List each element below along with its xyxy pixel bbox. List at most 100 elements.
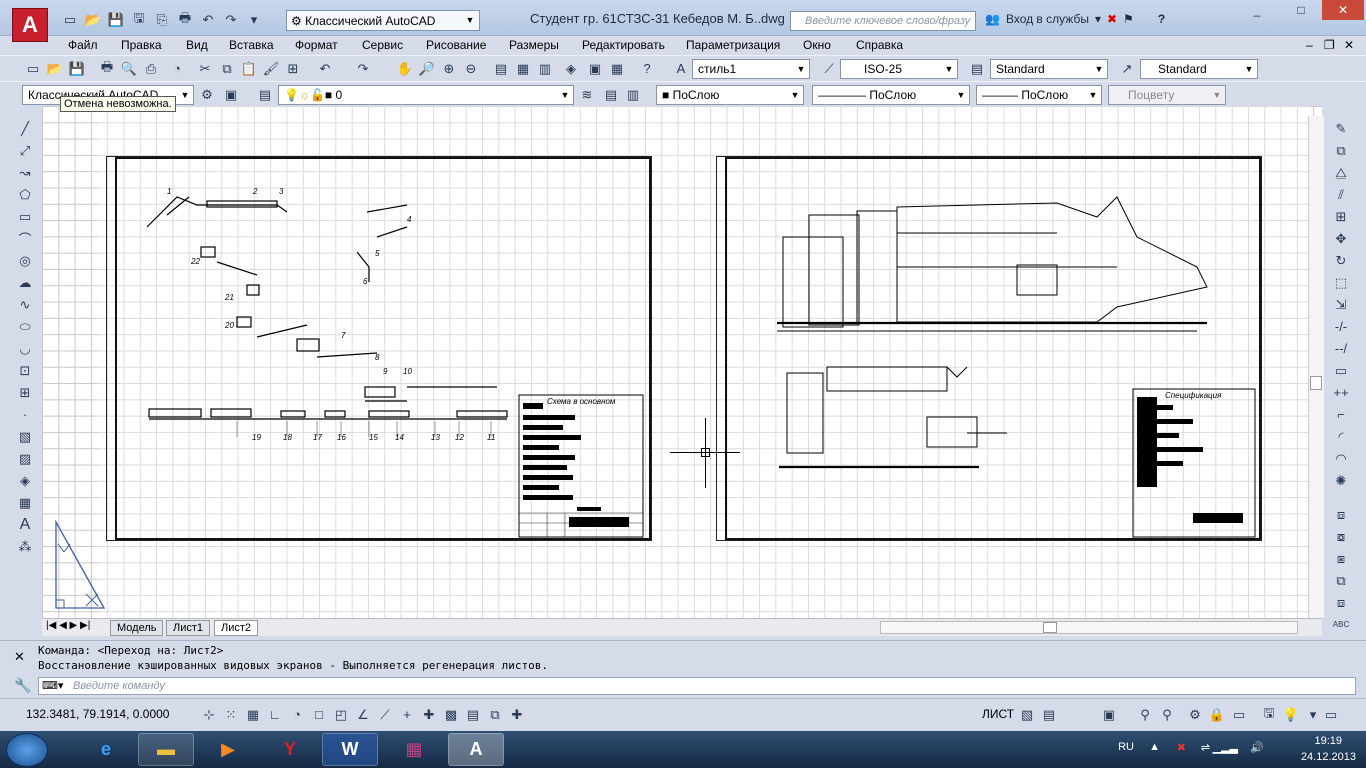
insert-block-icon[interactable]: ⊡: [16, 362, 34, 379]
language-indicator[interactable]: RU: [1118, 741, 1134, 753]
print-icon[interactable]: 🖶: [98, 59, 116, 77]
tab-sheet2[interactable]: Лист2: [214, 620, 259, 636]
offset-icon[interactable]: ⫽: [1332, 186, 1350, 203]
lock-icon[interactable]: 🔒: [1208, 706, 1226, 723]
stretch-icon[interactable]: ⇲: [1332, 296, 1350, 313]
lightbulb-icon[interactable]: 💡: [1282, 706, 1300, 723]
make-block-icon[interactable]: ⊞: [16, 384, 34, 401]
isolate-icon[interactable]: 🖫: [1260, 705, 1278, 723]
minimize-button[interactable]: _: [1236, 0, 1278, 20]
word-icon[interactable]: W: [322, 733, 378, 766]
polyline-icon[interactable]: ↝: [16, 164, 34, 181]
text-style-icon[interactable]: A: [672, 60, 690, 77]
dim-style-select[interactable]: ISO-25 ▼: [840, 59, 958, 79]
make-current-icon[interactable]: ≋: [578, 86, 596, 103]
rotate-icon[interactable]: ↻: [1332, 252, 1350, 269]
gear-icon[interactable]: ⚙: [1186, 706, 1204, 723]
yandex-icon[interactable]: Y: [262, 733, 318, 766]
plotstyle-select[interactable]: Поцвету ▼: [1108, 85, 1226, 105]
grid-icon[interactable]: ▦: [244, 706, 262, 723]
move-icon[interactable]: ✥: [1332, 230, 1350, 247]
app-menu-button[interactable]: A: [12, 8, 48, 42]
usb-icon[interactable]: ⇌: [1201, 741, 1210, 754]
close-icon[interactable]: ✕: [14, 649, 25, 665]
menu-file[interactable]: Файл: [68, 38, 98, 52]
otrack-icon[interactable]: ∠: [354, 706, 372, 723]
open-icon[interactable]: 📂: [46, 60, 64, 77]
text-front-icon[interactable]: ABC: [1332, 616, 1350, 633]
calculator-icon[interactable]: ▦: [608, 60, 626, 77]
doc-close-button[interactable]: ✕: [1344, 38, 1354, 52]
stay-connected-icon[interactable]: ⚑: [1123, 12, 1134, 26]
gear-icon[interactable]: ⚙: [198, 86, 216, 103]
close-button[interactable]: ✕: [1322, 0, 1364, 20]
menu-view[interactable]: Вид: [186, 38, 208, 52]
tpy-icon[interactable]: ▩: [442, 706, 460, 723]
publish-icon[interactable]: ⎘: [152, 11, 172, 29]
zoom-realtime-icon[interactable]: 🔎: [418, 60, 436, 77]
menu-edit[interactable]: Правка: [121, 38, 162, 52]
3d-osnap-icon[interactable]: ◰: [332, 706, 350, 723]
rectangle-icon[interactable]: ▭: [16, 208, 34, 225]
polygon-icon[interactable]: ⬠: [16, 186, 34, 203]
zoom-window-icon[interactable]: ⊕: [440, 60, 458, 77]
clean-screen-icon[interactable]: ▭: [1322, 706, 1340, 723]
chevron-down-icon[interactable]: ▾: [244, 11, 264, 29]
array-icon[interactable]: ⊞: [1332, 208, 1350, 225]
explorer-icon[interactable]: ▬: [138, 733, 194, 766]
publish-icon[interactable]: ⎙: [142, 60, 160, 77]
signal-icon[interactable]: ▁▂▃: [1213, 741, 1238, 754]
mirror-icon[interactable]: ⧋: [1332, 164, 1350, 181]
wrench-icon[interactable]: 🔧: [14, 677, 31, 694]
vertical-scrollbar[interactable]: [1308, 116, 1324, 618]
chevron-up-icon[interactable]: ▲: [1149, 741, 1160, 753]
tool-palettes-icon[interactable]: ▥: [536, 60, 554, 77]
search-input[interactable]: Введите ключевое слово/фразу: [790, 11, 976, 31]
menu-insert[interactable]: Вставка: [229, 38, 274, 52]
table-icon[interactable]: ▦: [16, 494, 34, 511]
arc-icon[interactable]: ⌒: [16, 230, 34, 247]
osnap-icon[interactable]: □: [310, 706, 328, 723]
chevron-down-icon[interactable]: ▾: [1095, 12, 1101, 26]
block-editor-icon[interactable]: ⊞: [284, 60, 302, 77]
workspace-select[interactable]: ⚙ Классический AutoCAD ▼: [286, 10, 480, 31]
start-button[interactable]: [6, 733, 48, 767]
line-icon[interactable]: ╱: [16, 120, 34, 137]
table-style-select[interactable]: Standard ▼: [990, 59, 1108, 79]
help-button[interactable]: ?: [1158, 12, 1165, 26]
qp-icon[interactable]: ▤: [464, 706, 482, 723]
copy-object-icon[interactable]: ⧉: [1332, 142, 1350, 159]
match-properties-icon[interactable]: 🖌: [262, 60, 280, 77]
autocad-taskbar-icon[interactable]: A: [448, 733, 504, 766]
design-center-icon[interactable]: ▦: [514, 60, 532, 77]
blend-icon[interactable]: ◠: [1332, 450, 1350, 467]
open-icon[interactable]: 📂: [83, 11, 103, 29]
redo-icon[interactable]: ↷: [354, 60, 372, 77]
pan-icon[interactable]: ✋: [396, 60, 414, 77]
erase-icon[interactable]: ✎: [1332, 120, 1350, 137]
zoom-previous-icon[interactable]: ⊖: [462, 60, 480, 77]
scale-icon[interactable]: ⬚: [1332, 274, 1350, 291]
exchange-icon[interactable]: ✖: [1107, 12, 1117, 26]
am-icon[interactable]: ✚: [508, 706, 526, 723]
ellipse-icon[interactable]: ⬭: [16, 318, 34, 335]
tab-nav-first-icon[interactable]: |◀ ◀ ▶ ▶|: [46, 620, 90, 631]
help-icon[interactable]: ?: [638, 60, 656, 77]
hardware-accel-icon[interactable]: ▭: [1230, 706, 1248, 723]
drawing-canvas[interactable]: Схема в основном 19 18 17 16 15 14 13 12…: [42, 106, 1322, 618]
new-icon[interactable]: ▭: [24, 60, 42, 77]
media-player-icon[interactable]: ▶: [200, 733, 256, 766]
revision-cloud-icon[interactable]: ☁: [16, 274, 34, 291]
linetype-select[interactable]: ———— ПоСлою ▼: [812, 85, 970, 105]
draworder-above-icon[interactable]: ⧉: [1332, 572, 1350, 589]
properties-icon[interactable]: ▤: [492, 60, 510, 77]
viewport-icon[interactable]: ▣: [1100, 706, 1118, 723]
layout-icon[interactable]: ▧: [1018, 706, 1036, 723]
command-prompt-icon[interactable]: ⌨▾: [42, 679, 63, 692]
layer-properties-icon[interactable]: ▤: [256, 86, 274, 103]
join-icon[interactable]: ++: [1332, 384, 1350, 401]
infer-constraints-icon[interactable]: ⊹: [200, 706, 218, 723]
menu-modify[interactable]: Редактировать: [582, 38, 665, 52]
hatch-icon[interactable]: ▧: [16, 428, 34, 445]
circle-icon[interactable]: ◎: [16, 252, 34, 269]
